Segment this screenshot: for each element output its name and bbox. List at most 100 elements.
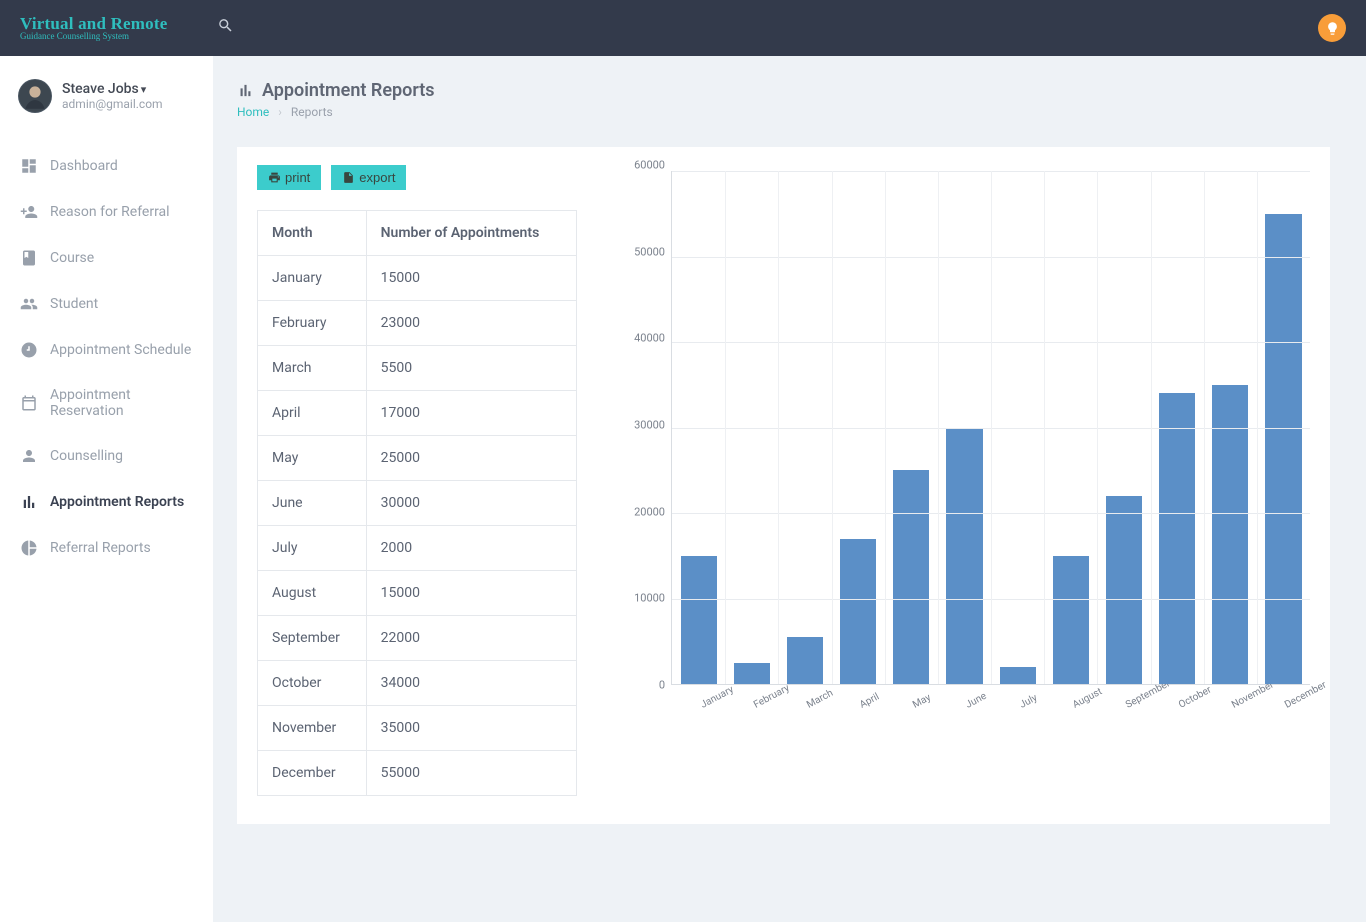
user-block[interactable]: Steave Jobs▾ admin@gmail.com [0,79,213,131]
chevron-down-icon: ▾ [141,83,147,96]
gridline-v [885,171,886,684]
cell-month: August [258,571,367,616]
sidebar-item-label: Counselling [50,448,123,464]
calendar-icon [20,394,38,412]
cell-month: December [258,751,367,796]
x-label: July [1018,692,1039,710]
page-title: Appointment Reports [237,80,1330,101]
user-name: Steave Jobs▾ [62,81,163,97]
y-tick: 20000 [634,505,665,518]
person-plus-icon [20,203,38,221]
bar[interactable] [840,539,876,684]
brand-title: Virtual and Remote [20,15,167,32]
gridline-v [1204,171,1205,684]
bar-chart-icon [237,82,254,99]
cell-value: 25000 [366,436,576,481]
sidebar-item-label: Student [50,296,98,312]
action-buttons: print export [257,165,577,190]
x-label: February [752,683,792,711]
appointments-table: Month Number of Appointments January1500… [257,210,577,796]
cell-value: 23000 [366,301,576,346]
table-row: September22000 [258,616,577,661]
cell-value: 34000 [366,661,576,706]
bar[interactable] [946,428,982,685]
bar[interactable] [1159,393,1195,684]
clock-icon [20,341,38,359]
sidebar-item-label: Appointment Reports [50,494,184,510]
sidebar-item-reason-for-referral[interactable]: Reason for Referral [0,189,213,235]
dashboard-icon [20,157,38,175]
sidebar-item-appointment-reservation[interactable]: Appointment Reservation [0,373,213,433]
sidebar: Steave Jobs▾ admin@gmail.com Dashboard Re… [0,56,213,922]
people-icon [20,295,38,313]
cell-month: July [258,526,367,571]
table-row: June30000 [258,481,577,526]
user-email: admin@gmail.com [62,97,163,111]
x-label: May [911,692,933,711]
topbar-avatar[interactable] [1318,14,1346,42]
bar[interactable] [787,637,823,684]
col-month: Month [258,211,367,256]
table-row: January15000 [258,256,577,301]
table-row: March5500 [258,346,577,391]
sidebar-item-label: Course [50,250,94,266]
gridline-v [832,171,833,684]
bar[interactable] [681,556,717,684]
cell-month: October [258,661,367,706]
search-icon[interactable] [217,17,234,39]
sidebar-item-label: Referral Reports [50,540,151,556]
sidebar-item-appointment-schedule[interactable]: Appointment Schedule [0,327,213,373]
gridline-v [1044,171,1045,684]
sidebar-item-counselling[interactable]: Counselling [0,433,213,479]
gridline-v [938,171,939,684]
sidebar-item-label: Appointment Schedule [50,342,191,358]
bar[interactable] [1000,667,1036,684]
x-label: June [964,691,988,711]
sidebar-item-label: Reason for Referral [50,204,170,220]
x-label: March [805,688,835,711]
print-button[interactable]: print [257,165,321,190]
topbar: Virtual and Remote Guidance Counselling … [0,0,1366,56]
cell-value: 15000 [366,256,576,301]
book-icon [20,249,38,267]
counselling-icon [20,447,38,465]
bar[interactable] [1106,496,1142,684]
sidebar-item-student[interactable]: Student [0,281,213,327]
gridline-v [1151,171,1152,684]
x-label: April [858,691,881,710]
sidebar-item-course[interactable]: Course [0,235,213,281]
x-label: October [1177,684,1213,710]
breadcrumb: Home › Reports [237,105,1330,119]
y-axis: 0100002000030000400005000060000 [617,165,671,685]
cell-month: February [258,301,367,346]
gridline-v [1257,171,1258,684]
bar[interactable] [1053,556,1089,684]
y-tick: 40000 [634,332,665,345]
table-row: May25000 [258,436,577,481]
cell-value: 22000 [366,616,576,661]
bar-chart: 0100002000030000400005000060000 JanuaryF… [617,165,1310,725]
y-tick: 50000 [634,245,665,258]
bar[interactable] [1265,214,1301,684]
export-button[interactable]: export [331,165,406,190]
table-row: February23000 [258,301,577,346]
sidebar-nav: Dashboard Reason for Referral Course Studen… [0,143,213,571]
table-row: April17000 [258,391,577,436]
print-icon [268,171,281,184]
bar[interactable] [734,663,770,684]
pie-chart-icon [20,539,38,557]
bar[interactable] [893,470,929,684]
cell-value: 2000 [366,526,576,571]
brand-subtitle: Guidance Counselling System [20,32,167,41]
file-icon [342,171,355,184]
breadcrumb-home[interactable]: Home [237,105,269,119]
bar[interactable] [1212,385,1248,684]
plot-area: JanuaryFebruaryMarchAprilMayJuneJulyAugu… [671,171,1310,685]
cell-value: 30000 [366,481,576,526]
chart-pane: 0100002000030000400005000060000 JanuaryF… [617,165,1310,796]
sidebar-item-referral-reports[interactable]: Referral Reports [0,525,213,571]
sidebar-item-appointment-reports[interactable]: Appointment Reports [0,479,213,525]
y-tick: 0 [659,679,665,692]
cell-month: January [258,256,367,301]
sidebar-item-dashboard[interactable]: Dashboard [0,143,213,189]
